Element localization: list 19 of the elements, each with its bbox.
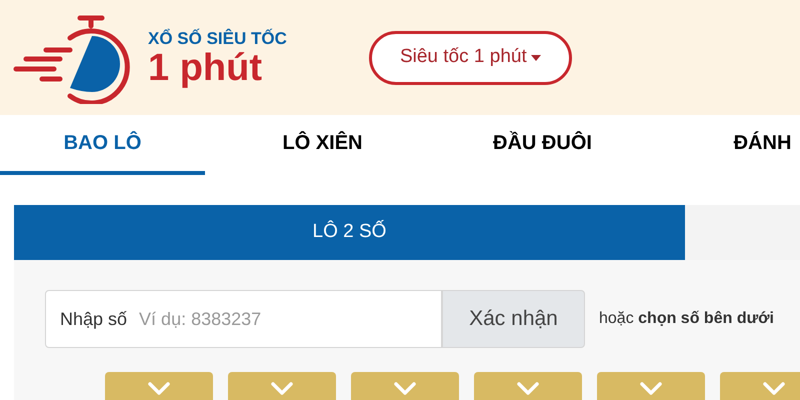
group-toggle[interactable] bbox=[351, 372, 459, 400]
tab[interactable]: ĐÁNH bbox=[660, 115, 800, 175]
group-toggle[interactable] bbox=[597, 372, 705, 400]
hint-text: hoặc chọn số bên dưới bbox=[599, 309, 774, 329]
title: 1 phút bbox=[148, 49, 263, 88]
confirm-button[interactable]: Xác nhận bbox=[442, 290, 585, 348]
period-dropdown[interactable]: Siêu tốc 1 phút bbox=[368, 30, 572, 84]
group-toggle[interactable] bbox=[474, 372, 582, 400]
subtitle: XỔ SỐ SIÊU TỐC bbox=[148, 28, 287, 50]
tab[interactable]: ĐẦU ĐUÔI bbox=[440, 115, 645, 175]
group-toggle[interactable] bbox=[105, 372, 213, 400]
input-label: Nhập số bbox=[60, 308, 128, 331]
sub-tab[interactable]: LÔ 2 SỐ bbox=[14, 205, 685, 260]
number-input[interactable]: Ví dụ: 8383237 bbox=[139, 306, 427, 332]
caret-icon bbox=[530, 54, 541, 60]
tab[interactable]: BAO LÔ bbox=[0, 115, 205, 175]
number-field[interactable]: Nhập số Ví dụ: 8383237 bbox=[45, 290, 442, 348]
group-toggle[interactable] bbox=[228, 372, 336, 400]
tab[interactable]: LÔ XIÊN bbox=[220, 115, 425, 175]
